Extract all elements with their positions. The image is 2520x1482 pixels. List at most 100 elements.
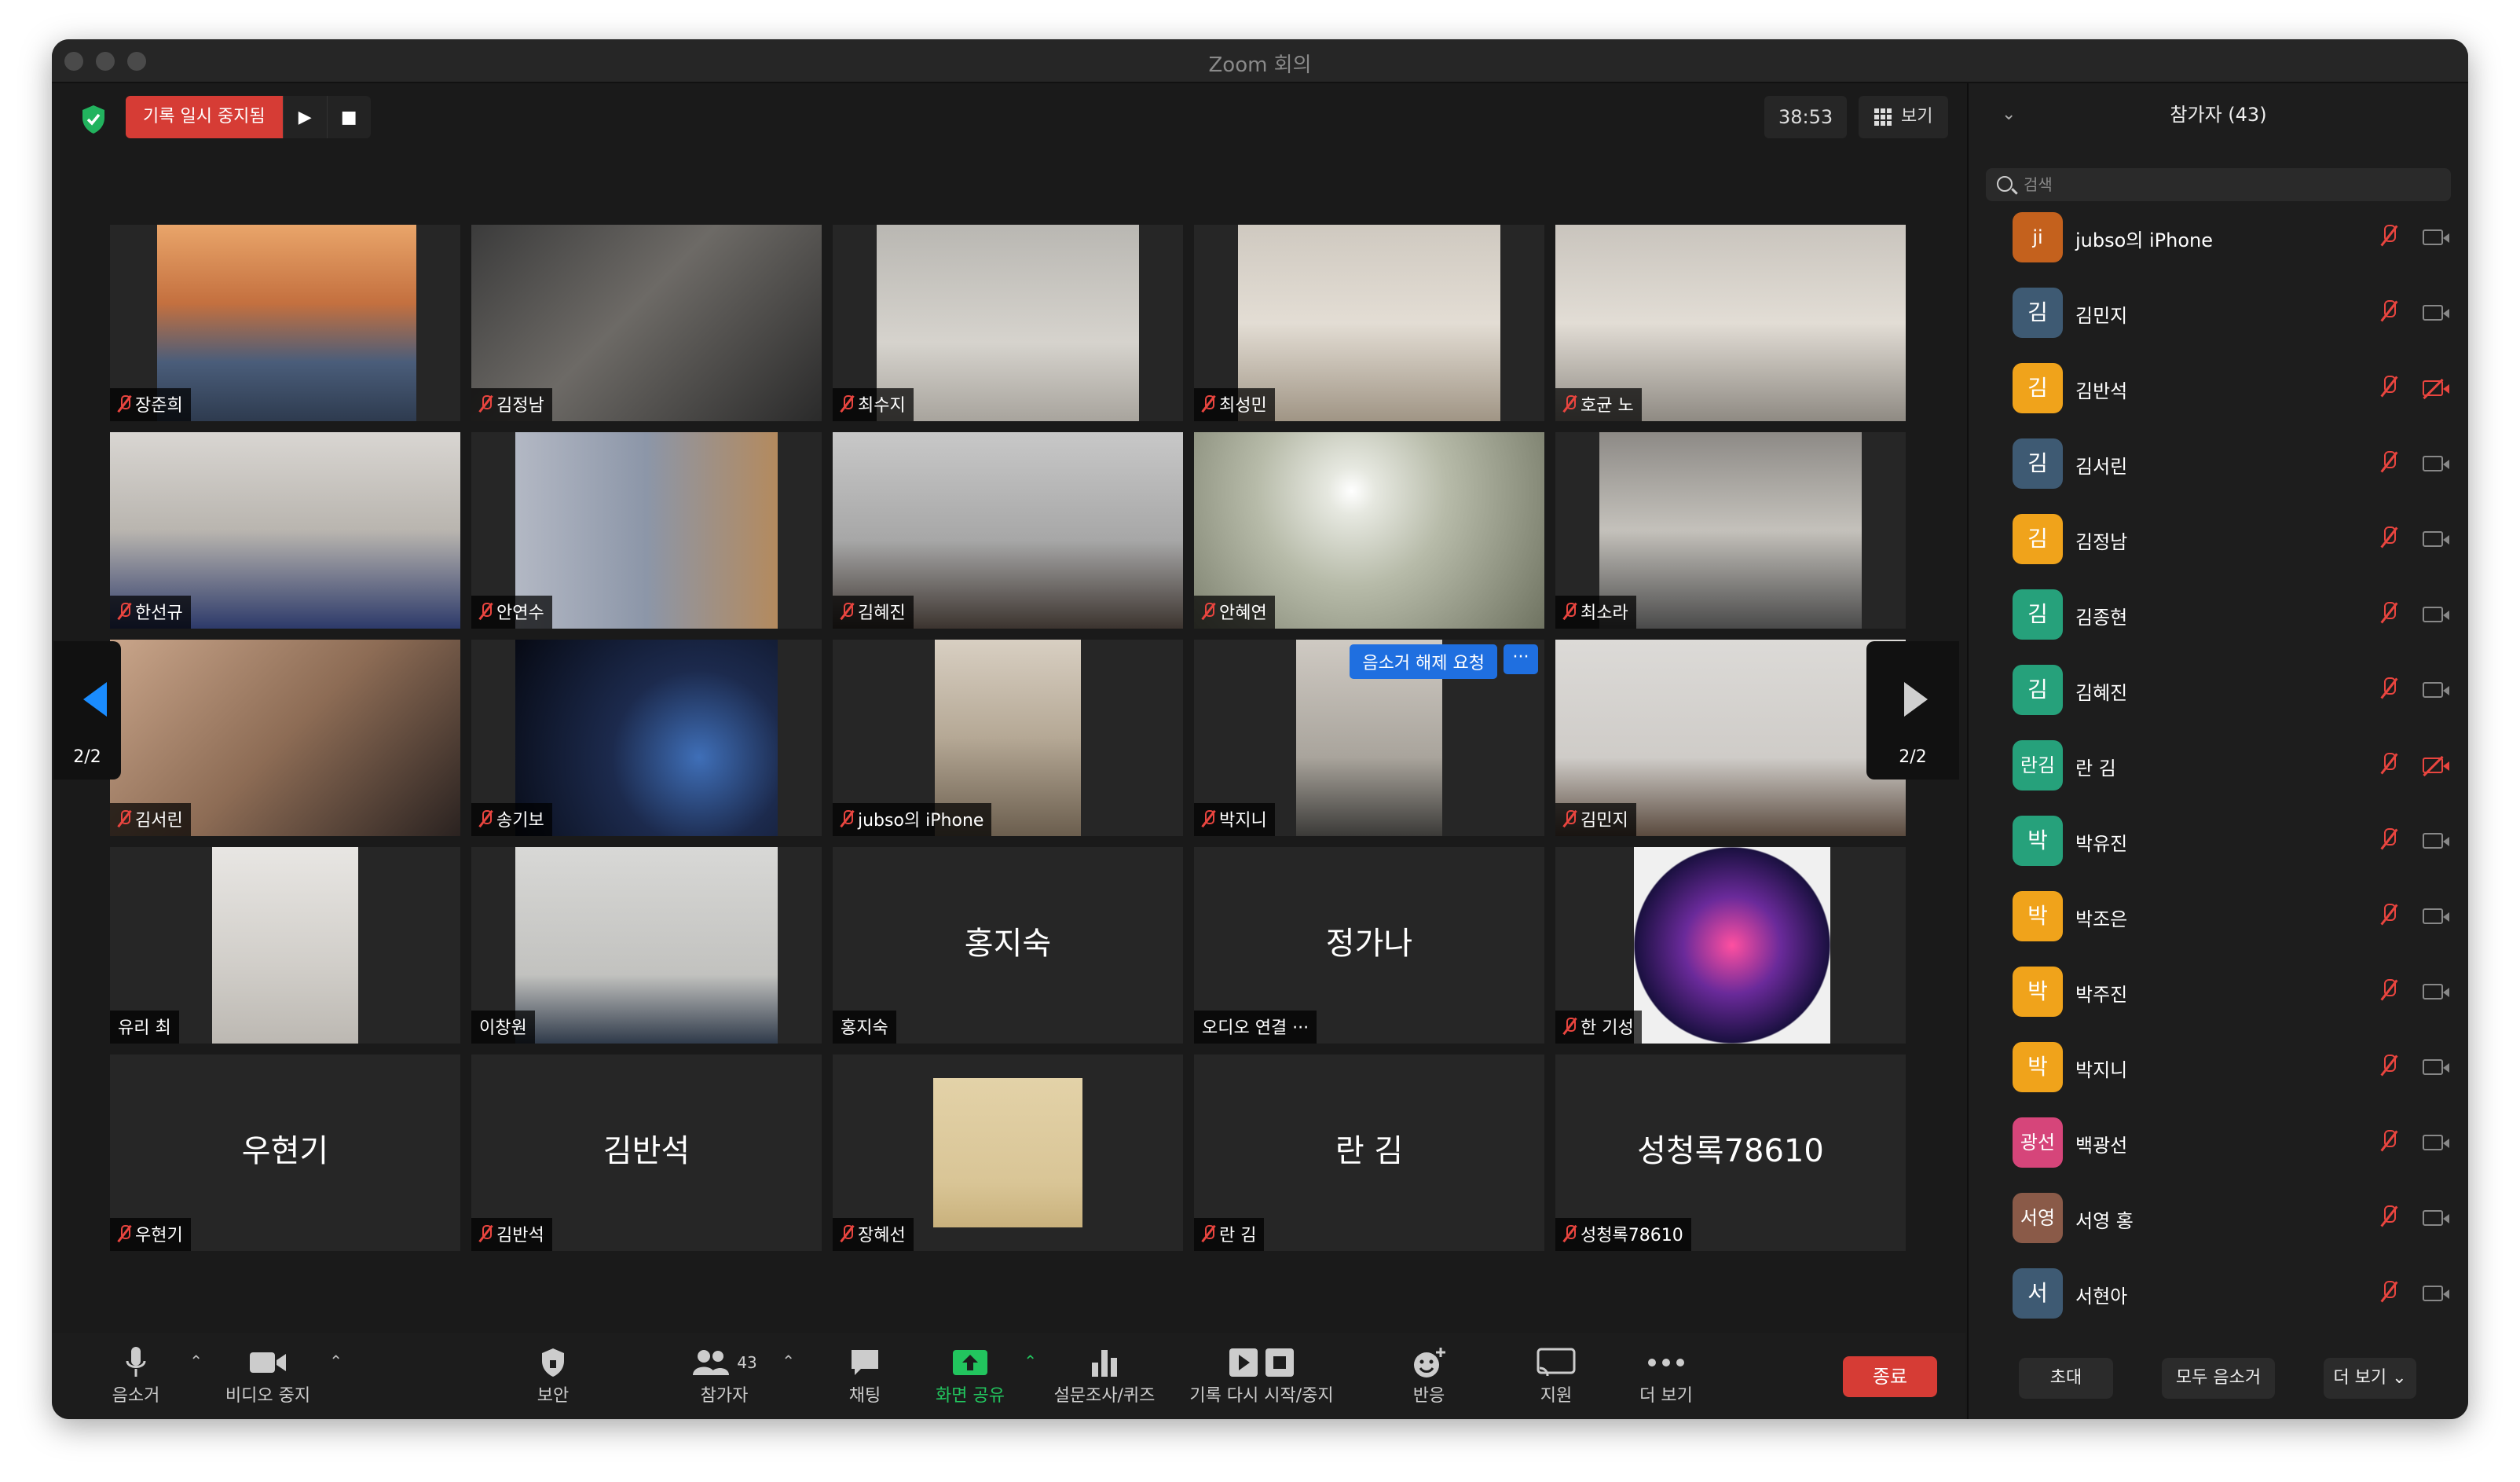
participant-row[interactable]: 김 김혜진 [1969, 654, 2468, 729]
support-button[interactable]: 지원 [1529, 1344, 1584, 1407]
chevron-up-icon[interactable]: ⌃ [1024, 1352, 1037, 1370]
reactions-button[interactable]: 반응 [1401, 1344, 1456, 1407]
video-tile[interactable]: 송기보 [471, 640, 822, 836]
video-tile[interactable]: 장준희 [110, 225, 460, 421]
video-off-icon[interactable] [2423, 380, 2449, 396]
video-tile[interactable]: 한 기성 [1555, 847, 1906, 1044]
panel-more-button[interactable]: 더 보기 ⌄ [2324, 1358, 2416, 1399]
chevron-down-icon[interactable]: ⌄ [2002, 83, 2016, 146]
participant-row[interactable]: 김 김반석 [1969, 352, 2468, 427]
video-camera-icon[interactable] [2423, 531, 2449, 547]
participant-row[interactable]: ji jubso의 iPhone [1969, 201, 2468, 277]
video-tile[interactable]: 김반석 김반석 [471, 1055, 822, 1251]
video-camera-icon[interactable] [2423, 984, 2449, 1000]
chevron-up-icon[interactable]: ⌃ [782, 1352, 795, 1370]
muted-mic-icon[interactable] [2380, 300, 2397, 327]
video-tile[interactable]: jubso의 iPhone [833, 640, 1183, 836]
stop-recording-button[interactable]: ■ [326, 96, 371, 138]
participant-row[interactable]: 서영 서영 홍 [1969, 1182, 2468, 1257]
muted-mic-icon[interactable] [2380, 753, 2397, 780]
muted-mic-icon[interactable] [2380, 677, 2397, 704]
participant-row[interactable]: 김 김종현 [1969, 578, 2468, 654]
muted-mic-icon[interactable] [2380, 1205, 2397, 1232]
video-camera-icon[interactable] [2423, 682, 2449, 698]
video-tile[interactable]: 최수지 [833, 225, 1183, 421]
participant-row[interactable]: 광선 백광선 [1969, 1106, 2468, 1182]
video-tile[interactable]: 이창원 [471, 847, 822, 1044]
polls-button[interactable]: 설문조사/퀴즈 [1049, 1344, 1159, 1407]
video-tile[interactable]: 안혜연 [1194, 432, 1544, 629]
muted-mic-icon[interactable] [2380, 602, 2397, 629]
chevron-up-icon[interactable]: ⌃ [329, 1352, 342, 1370]
video-tile[interactable]: 정가나 오디오 연결 ··· [1194, 847, 1544, 1044]
record-button[interactable]: 기록 다시 시작/중지 [1183, 1344, 1340, 1407]
video-tile[interactable]: 김혜진 [833, 432, 1183, 629]
muted-mic-icon[interactable] [2380, 1055, 2397, 1081]
next-page-button[interactable]: 2/2 [1866, 641, 1959, 780]
video-tile[interactable]: 호균 노 [1555, 225, 1906, 421]
end-meeting-button[interactable]: 종료 [1843, 1356, 1937, 1397]
participant-row[interactable]: 김 김민지 [1969, 277, 2468, 352]
video-tile[interactable]: 김민지 [1555, 640, 1906, 836]
resume-recording-button[interactable]: ▶ [282, 96, 327, 138]
video-tile[interactable]: 한선규 [110, 432, 460, 629]
muted-mic-icon[interactable] [2380, 451, 2397, 478]
participant-name-label: 최수지 [833, 388, 914, 421]
video-camera-icon[interactable] [2423, 1286, 2449, 1301]
video-camera-icon[interactable] [2423, 456, 2449, 471]
video-tile[interactable]: 란 김란 김 [1194, 1055, 1544, 1251]
participant-row[interactable]: 박 박지니 [1969, 1031, 2468, 1106]
video-camera-icon[interactable] [2423, 1059, 2449, 1075]
share-screen-button[interactable]: ⌃ 화면 공유 [927, 1344, 1037, 1407]
video-tile[interactable]: 김정남 [471, 225, 822, 421]
stop-video-button[interactable]: ⌃ 비디오 중지 [217, 1344, 342, 1407]
video-tile[interactable]: 우현기 우현기 [110, 1055, 460, 1251]
mute-button[interactable]: ⌃ 음소거 [93, 1344, 203, 1407]
security-button[interactable]: 보안 [522, 1344, 584, 1407]
view-button[interactable]: 보기 [1859, 96, 1949, 138]
participant-row[interactable]: 박 박조은 [1969, 880, 2468, 956]
video-tile[interactable]: 최성민 [1194, 225, 1544, 421]
video-tile[interactable]: 홍지숙 홍지숙 [833, 847, 1183, 1044]
muted-mic-icon[interactable] [2380, 376, 2397, 402]
video-tile[interactable]: 최소라 [1555, 432, 1906, 629]
participant-row[interactable]: 김 김서린 [1969, 427, 2468, 503]
more-button[interactable]: 더 보기 [1631, 1344, 1701, 1407]
participant-row[interactable]: 서 서현아 [1969, 1257, 2468, 1333]
participant-row[interactable]: 박 박유진 [1969, 805, 2468, 880]
participant-row[interactable]: 김 김정남 [1969, 503, 2468, 578]
participant-search-input[interactable]: 검색 [1986, 168, 2451, 201]
video-tile[interactable]: 장혜선 [833, 1055, 1183, 1251]
participant-row[interactable]: 란김 란 김 [1969, 729, 2468, 805]
chat-button[interactable]: 채팅 [837, 1344, 892, 1407]
participant-row[interactable]: 박 박주진 [1969, 956, 2468, 1031]
video-camera-icon[interactable] [2423, 305, 2449, 321]
video-tile[interactable]: 성청록78610 성청록78610 [1555, 1055, 1906, 1251]
unmute-request-button[interactable]: 음소거 해제 요청 [1350, 644, 1497, 679]
muted-mic-icon[interactable] [2380, 225, 2397, 251]
muted-mic-icon[interactable] [2380, 979, 2397, 1006]
video-camera-icon[interactable] [2423, 1210, 2449, 1226]
video-camera-icon[interactable] [2423, 607, 2449, 622]
video-tile[interactable]: 안연수 [471, 432, 822, 629]
muted-mic-icon[interactable] [2380, 526, 2397, 553]
video-tile[interactable]: 유리 최 [110, 847, 460, 1044]
video-tile[interactable]: 김서린 [110, 640, 460, 836]
video-tile[interactable]: 음소거 해제 요청 ··· 박지니 [1194, 640, 1544, 836]
participants-button[interactable]: 43 ⌃ 참가자 [677, 1344, 795, 1407]
video-off-icon[interactable] [2423, 758, 2449, 773]
video-camera-icon[interactable] [2423, 833, 2449, 849]
chevron-up-icon[interactable]: ⌃ [189, 1352, 203, 1370]
muted-mic-icon[interactable] [2380, 904, 2397, 930]
invite-button[interactable]: 초대 [2019, 1358, 2113, 1399]
tile-more-button[interactable]: ··· [1504, 644, 1538, 674]
video-camera-icon[interactable] [2423, 1135, 2449, 1150]
muted-mic-icon[interactable] [2380, 828, 2397, 855]
muted-mic-icon[interactable] [2380, 1281, 2397, 1308]
video-camera-icon[interactable] [2423, 908, 2449, 924]
previous-page-button[interactable]: 2/2 [53, 641, 121, 780]
encryption-shield-icon[interactable] [80, 104, 107, 135]
muted-mic-icon[interactable] [2380, 1130, 2397, 1157]
mute-all-button[interactable]: 모두 음소거 [2162, 1358, 2275, 1399]
video-camera-icon[interactable] [2423, 229, 2449, 245]
